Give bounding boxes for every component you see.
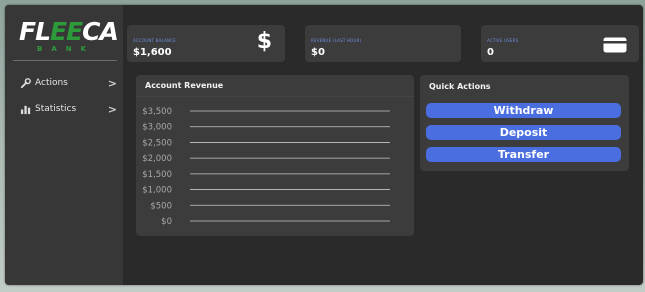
- stat-card-balance: ACCOUNT BALANCE $1,600 $: [127, 25, 285, 62]
- deposit-button[interactable]: Deposit: [426, 125, 621, 140]
- stat-value: $1,600: [133, 47, 172, 58]
- wrench-icon: [19, 77, 31, 89]
- logo-part-2: EE: [50, 17, 83, 46]
- app-window: FLEECA BANK Actions > Statistics > ACCOU…: [5, 5, 643, 285]
- chevron-right-icon: >: [107, 76, 117, 90]
- stat-label: ACCOUNT BALANCE: [133, 38, 176, 43]
- chevron-right-icon: >: [107, 102, 117, 116]
- y-tick-label: $1,000: [142, 186, 172, 196]
- stat-label: ACTIVE USERS: [487, 38, 519, 43]
- y-tick-label: $500: [150, 201, 172, 211]
- logo-wordmark: FLEECA: [19, 17, 119, 46]
- sidebar-divider: [13, 60, 117, 61]
- revenue-chart: $3,500 $3,000 $2,500 $2,000 $1,500 $1,000 $500…: [142, 107, 390, 227]
- revenue-panel: Account Revenue $3,500 $3,000 $2,500 $2,000…: [136, 75, 414, 236]
- fleeca-logo: FLEECA BANK: [19, 17, 119, 61]
- sidebar-item-label: Actions: [35, 78, 68, 88]
- stat-value: $0: [311, 47, 325, 58]
- stat-card-users: ACTIVE USERS 0: [481, 25, 639, 62]
- credit-card-icon: [603, 37, 627, 57]
- stat-card-revenue: REVENUE (LAST HOUR) $0: [305, 25, 461, 62]
- y-tick-label: $2,500: [142, 138, 172, 148]
- quick-actions-title: Quick Actions: [429, 82, 491, 91]
- revenue-panel-title: Account Revenue: [145, 81, 224, 90]
- sidebar: FLEECA BANK Actions > Statistics >: [5, 5, 123, 285]
- transfer-button[interactable]: Transfer: [426, 147, 621, 162]
- y-tick-label: $3,000: [142, 123, 172, 133]
- y-tick-label: $1,500: [142, 170, 172, 180]
- dollar-icon: $: [256, 29, 272, 54]
- y-tick-label: $0: [161, 217, 172, 227]
- sidebar-item-statistics[interactable]: Statistics >: [19, 100, 119, 118]
- sidebar-item-actions[interactable]: Actions >: [19, 74, 119, 92]
- sidebar-item-label: Statistics: [35, 104, 77, 114]
- y-tick-label: $2,000: [142, 154, 172, 164]
- quick-actions-panel: Quick Actions Withdraw Deposit Transfer: [420, 75, 629, 171]
- y-tick-label: $3,500: [142, 107, 172, 117]
- stat-label: REVENUE (LAST HOUR): [311, 38, 362, 43]
- logo-subtitle: BANK: [37, 45, 96, 53]
- withdraw-button[interactable]: Withdraw: [426, 103, 621, 118]
- bar-chart-icon: [19, 103, 31, 115]
- logo-part-1: FL: [19, 17, 51, 46]
- stat-value: 0: [487, 47, 494, 58]
- logo-part-3: CA: [82, 17, 119, 46]
